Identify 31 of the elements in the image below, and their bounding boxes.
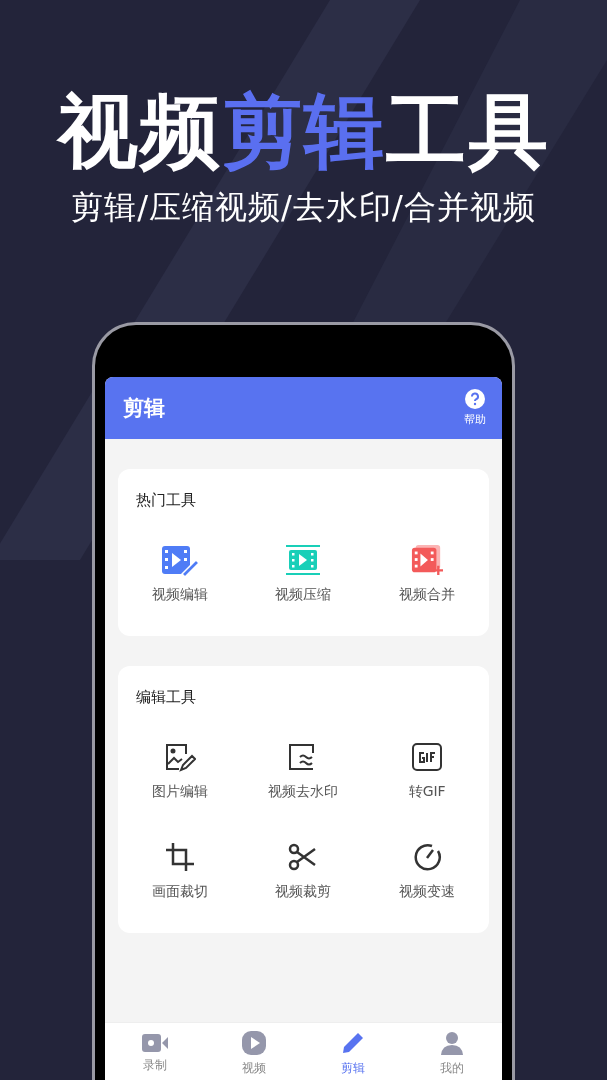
tool-button[interactable]: 转GIF — [365, 721, 489, 821]
tool-button[interactable]: 视频变速 — [365, 821, 489, 921]
tab[interactable]: 我的 — [402, 1023, 502, 1080]
film-pencil-icon — [159, 544, 200, 576]
video-camera-icon — [141, 1034, 168, 1052]
section-title: 编辑工具 — [135, 688, 197, 707]
tool-button[interactable]: 视频编辑 — [118, 524, 242, 624]
speedometer-icon — [412, 841, 443, 873]
tool-button[interactable]: 画面裁切 — [118, 821, 242, 921]
tab[interactable]: 录制 — [105, 1023, 205, 1080]
film-compress-icon — [285, 544, 322, 576]
tool-button[interactable]: 视频合并 — [365, 524, 489, 624]
tool-button[interactable]: 视频裁剪 — [241, 821, 366, 921]
headline: 视频剪辑工具 — [57, 86, 550, 178]
crop-icon — [164, 841, 195, 873]
tool-button[interactable]: 视频去水印 — [241, 721, 366, 821]
help-button[interactable]: 帮助 — [464, 389, 486, 427]
play-icon — [241, 1031, 266, 1055]
image-pencil-icon — [163, 741, 196, 773]
subtitle: 剪辑/压缩视频/去水印/合并视频 — [71, 187, 536, 228]
person-icon — [441, 1031, 464, 1055]
screen-title: 剪辑 — [123, 395, 165, 422]
tab[interactable]: 视频 — [204, 1023, 304, 1080]
tab[interactable]: 剪辑 — [303, 1023, 403, 1080]
section-title: 热门工具 — [135, 491, 197, 510]
film-plus-icon — [409, 544, 446, 576]
gif-icon — [412, 741, 443, 773]
tool-button[interactable]: 视频压缩 — [241, 524, 366, 624]
pencil-icon — [341, 1031, 366, 1055]
tool-button[interactable]: 图片编辑 — [118, 721, 242, 821]
help-icon — [465, 389, 485, 409]
